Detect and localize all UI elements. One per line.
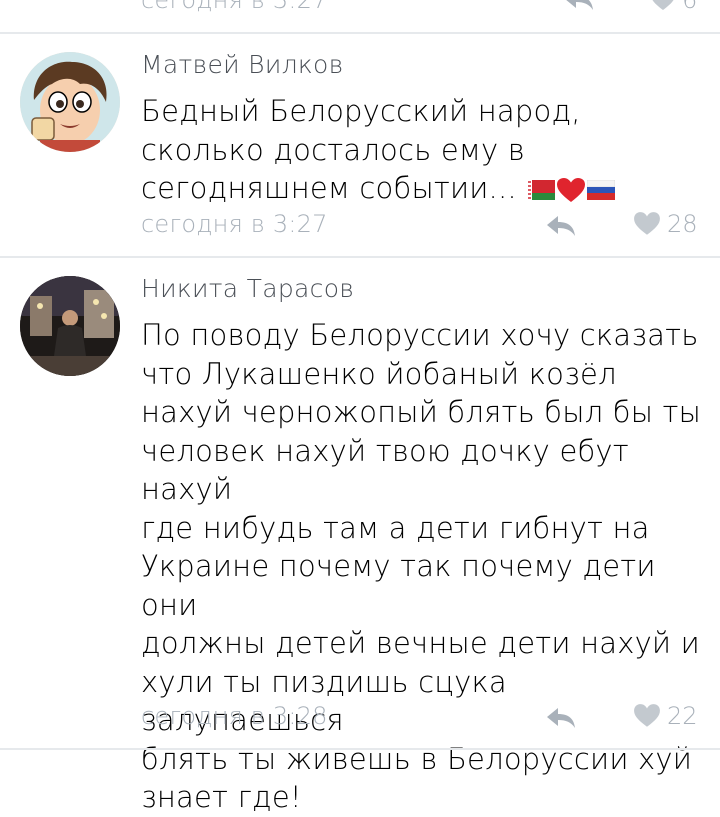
comment-text-line: человек нахуй твою дочку ебут нахуй bbox=[141, 433, 629, 507]
heart-icon bbox=[652, 0, 674, 10]
comment-text-line: блять ты живёшь в Белоруссии хуй bbox=[141, 741, 693, 776]
comment-text-line: знает где! bbox=[141, 780, 302, 814]
previous-comment-meta: сегодня в 3:27 6 bbox=[0, 0, 720, 16]
avatar-cartoon-boy bbox=[20, 52, 120, 152]
red-heart-icon bbox=[557, 178, 586, 202]
comment-meta: сегодня в 3:27 28 bbox=[0, 210, 720, 242]
comment-text-line: должны детей вечные дети нахуй и bbox=[141, 626, 700, 660]
comment-text: По поводу Белоруссии хочу сказать что Лу… bbox=[141, 316, 706, 817]
comment-time: сегодня в 3:27 bbox=[141, 210, 328, 238]
heart-icon bbox=[634, 212, 660, 235]
like-count: 28 bbox=[667, 210, 698, 238]
comment-item: Никита Тарасов По поводу Белоруссии хочу… bbox=[0, 258, 720, 814]
like-button[interactable]: 6 bbox=[650, 0, 697, 14]
reply-icon[interactable] bbox=[562, 0, 596, 12]
comment-text-body: Бедный Белорусский народ, сколько достал… bbox=[141, 94, 581, 205]
like-count: 22 bbox=[667, 702, 698, 730]
comment-author[interactable]: Матвей Вилков bbox=[141, 50, 344, 79]
avatar-photo bbox=[20, 276, 120, 376]
russia-flag-icon bbox=[587, 180, 616, 200]
comment-text: Бедный Белорусский народ, сколько достал… bbox=[141, 92, 706, 208]
like-count: 6 bbox=[682, 0, 698, 14]
comment-author[interactable]: Никита Тарасов bbox=[141, 274, 354, 303]
comment-meta: сегодня в 3:28 22 bbox=[0, 702, 720, 734]
heart-icon bbox=[634, 704, 660, 727]
like-button[interactable]: 22 bbox=[633, 702, 698, 730]
avatar[interactable] bbox=[20, 52, 120, 152]
comment-text-line: где нибудь там а дети гибнут на bbox=[141, 510, 650, 545]
like-button[interactable]: 28 bbox=[633, 210, 698, 238]
avatar[interactable] bbox=[20, 276, 120, 376]
comment-text-line: По поводу Белоруссии хочу сказать bbox=[141, 318, 699, 352]
belarus-flag-icon bbox=[527, 180, 556, 200]
comment-text-line: нахуй черножопый блять был бы ты bbox=[141, 395, 702, 429]
comment-text-line: Украине почему так почему дети они bbox=[141, 549, 656, 622]
comment-time: сегодня в 3:28 bbox=[141, 702, 328, 730]
comment-item: Матвей Вилков Бедный Белорусский народ, … bbox=[0, 34, 720, 256]
reply-icon[interactable] bbox=[544, 214, 578, 238]
divider bbox=[0, 748, 720, 750]
reply-icon[interactable] bbox=[544, 706, 578, 730]
comment-text-line: что Лукашенко йобаный козёл bbox=[141, 356, 617, 391]
comment-time: сегодня в 3:27 bbox=[141, 0, 328, 14]
